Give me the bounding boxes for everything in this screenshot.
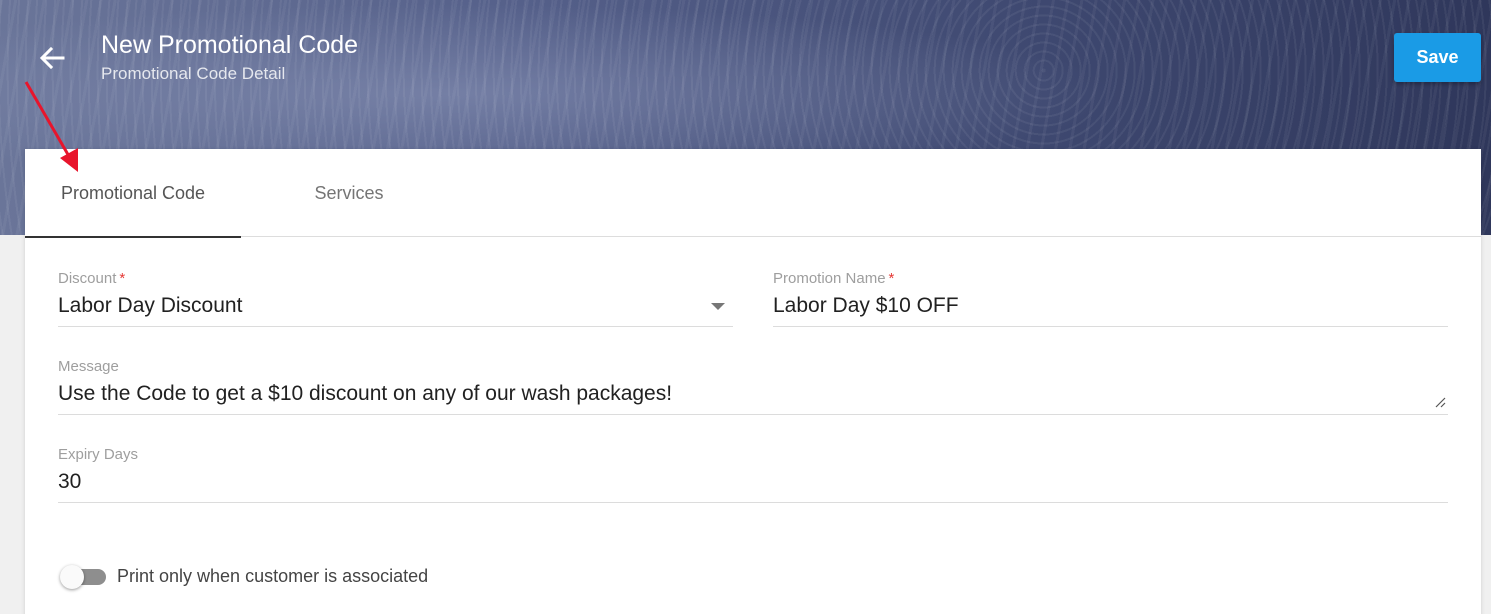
save-button[interactable]: Save [1394,33,1481,82]
discount-field[interactable]: Discount * Labor Day Discount [58,270,733,327]
discount-label: Discount * [58,270,126,287]
form-card: Promotional Code Services Discount * Labo… [25,149,1481,614]
red-arrow-annotation [24,81,78,172]
expiry-days-input[interactable]: 30 [58,470,1448,503]
expiry-days-field[interactable]: Expiry Days 30 [58,446,1448,503]
discount-select[interactable]: Labor Day Discount [58,294,733,327]
message-textarea[interactable]: Use the Code to get a $10 discount on an… [58,382,1448,415]
toggle-thumb [60,565,84,589]
promotion-name-input[interactable]: Labor Day $10 OFF [773,294,1448,327]
expiry-days-label: Expiry Days [58,446,139,463]
page-subtitle: Promotional Code Detail [101,64,286,83]
tab-services[interactable]: Services [241,149,457,237]
message-label: Message [58,358,119,375]
arrow-left-icon [39,46,65,70]
tab-bar: Promotional Code Services [25,149,1481,238]
header-titles: New Promotional Code Promotional Code De… [101,30,358,84]
chevron-down-icon[interactable] [711,303,725,310]
message-field[interactable]: Message Use the Code to get a $10 discou… [58,358,1448,415]
resize-grip-icon[interactable] [1434,396,1446,408]
print-toggle-row: Print only when customer is associated [58,563,428,589]
back-button[interactable] [32,38,72,78]
promotion-name-field[interactable]: Promotion Name * Labor Day $10 OFF [773,270,1448,327]
promotion-name-label: Promotion Name * [773,270,895,287]
print-toggle-switch[interactable] [58,563,108,589]
message-value: Use the Code to get a $10 discount on an… [58,382,673,405]
page-title: New Promotional Code [101,31,359,59]
discount-value: Labor Day Discount [58,294,243,317]
print-toggle-label: Print only when customer is associated [117,565,429,586]
